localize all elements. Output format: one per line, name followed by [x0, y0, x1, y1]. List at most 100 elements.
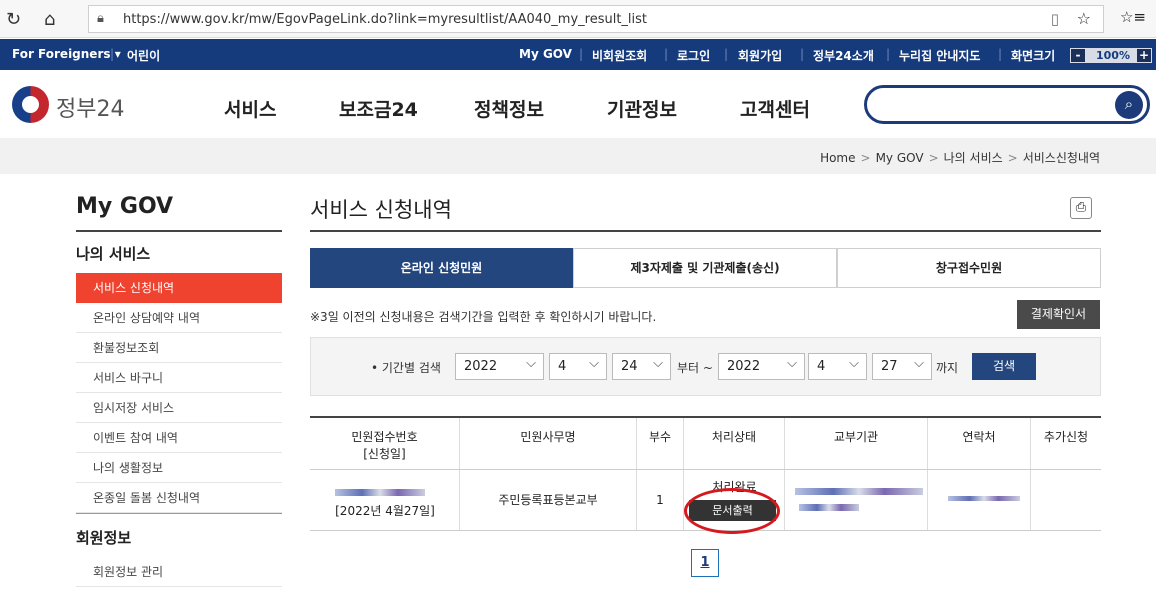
table-row: [2022년 4월27일] 주민등록표등본교부 1 처리완료 문서출력 — [310, 470, 1101, 534]
highlight-circle — [684, 488, 780, 534]
tab-bar: 온라인 신청민원 제3자제출 및 기관제출(송신) 창구접수민원 — [310, 248, 1101, 288]
search-button[interactable]: 검색 — [972, 353, 1036, 380]
for-foreigners-menu[interactable]: For Foreigners ▾ — [12, 47, 121, 61]
redacted-contact — [948, 496, 1020, 501]
status-cell: 처리완료 문서출력 — [684, 470, 785, 534]
history-table: 민원접수번호 [신청일] 민원사무명 부수 처리상태 교부기관 연락처 추가신청… — [310, 416, 1101, 534]
divider: | — [998, 47, 1003, 61]
sidebar-item-service-history[interactable]: 서비스 신청내역 — [76, 273, 282, 303]
table-header-row: 민원접수번호 [신청일] 민원사무명 부수 처리상태 교부기관 연락처 추가신청 — [310, 418, 1101, 470]
sidebar-title: My GOV — [76, 194, 174, 219]
lock-icon: 🔒︎ — [97, 11, 104, 26]
tab-counter[interactable]: 창구접수민원 — [837, 248, 1101, 288]
sidebar-menu-member: 회원정보 관리 — [76, 557, 282, 587]
tab-third-party[interactable]: 제3자제출 및 기관제출(송신) — [573, 248, 837, 288]
period-label: • 기간별 검색 — [371, 361, 441, 375]
divider: | — [579, 47, 584, 61]
col-additional: 추가신청 — [1043, 430, 1089, 444]
until-text: 까지 — [936, 361, 959, 375]
range-text: 부터 ~ — [677, 361, 713, 375]
site-header: 정부24 서비스 보조금24 정책정보 기관정보 고객센터 ⌕ — [0, 70, 1156, 138]
divider: | — [724, 47, 729, 61]
guest-lookup-link[interactable]: 비회원조회 — [592, 47, 647, 64]
to-day-select[interactable]: 27 — [872, 351, 932, 380]
sidebar-section-my-service[interactable]: 나의 서비스 — [76, 243, 150, 264]
breadcrumb: Home > My GOV > 나의 서비스 > 서비스신청내역 — [820, 149, 1100, 166]
col-status: 처리상태 — [684, 418, 785, 469]
from-year-select[interactable]: 2022 — [455, 351, 544, 380]
divider: | — [886, 47, 891, 61]
from-month-select[interactable]: 4 — [549, 351, 607, 380]
sitemap-link[interactable]: 누리집 안내지도 — [899, 47, 980, 64]
sidebar-item-childcare[interactable]: 온종일 돌봄 신청내역 — [76, 483, 282, 513]
sidebar-item-basket[interactable]: 서비스 바구니 — [76, 363, 282, 393]
favorites-list-icon[interactable]: ☆≡ — [1120, 8, 1146, 26]
sidebar-item-member-manage[interactable]: 회원정보 관리 — [76, 557, 282, 587]
gnb-policy[interactable]: 정책정보 — [474, 95, 544, 122]
sidebar-item-temp-saved[interactable]: 임시저장 서비스 — [76, 393, 282, 423]
pagination-page-1[interactable]: 1 — [691, 549, 719, 577]
reading-view-icon[interactable]: ▯ — [1051, 10, 1059, 28]
request-date: [2022년 4월27일] — [335, 504, 435, 518]
sidebar-item-consult-booking[interactable]: 온라인 상담예약 내역 — [76, 303, 282, 333]
search-icon[interactable]: ⌕ — [1115, 91, 1143, 119]
divider — [76, 230, 282, 232]
payment-confirmation-button[interactable]: 결제확인서 — [1017, 300, 1100, 329]
login-link[interactable]: 로그인 — [677, 47, 710, 64]
gov-logo-icon[interactable] — [12, 86, 49, 123]
period-filter: • 기간별 검색 2022 4 24 부터 ~ 2022 4 27 까지 검색 — [310, 337, 1101, 396]
zoom-out-button[interactable]: - — [1071, 49, 1085, 62]
col-contact: 연락처 — [928, 418, 1031, 469]
sidebar-item-refund[interactable]: 환불정보조회 — [76, 333, 282, 363]
search-notice: ※3일 이전의 신청내용은 검색기간을 입력한 후 확인하시기 바랍니다. — [310, 310, 657, 324]
breadcrumb-band: Home > My GOV > 나의 서비스 > 서비스신청내역 — [0, 138, 1156, 174]
chevron-right-icon: > — [1007, 151, 1018, 165]
divider — [76, 513, 282, 514]
col-copies: 부수 — [637, 418, 684, 469]
home-icon[interactable]: ⌂ — [44, 9, 55, 30]
screen-size-label: 화면크기 — [1011, 49, 1056, 63]
utility-bar: For Foreigners ▾ | 어린이 My GOV | 비회원조회 | … — [0, 39, 1156, 70]
zoom-control: - 100% + — [1070, 48, 1152, 63]
breadcrumb-my-gov[interactable]: My GOV — [876, 151, 924, 165]
about-link[interactable]: 정부24소개 — [813, 47, 874, 64]
url-text[interactable]: https://www.gov.kr/mw/EgovPageLink.do?li… — [123, 12, 647, 27]
redacted-agency — [799, 504, 859, 511]
divider: | — [110, 47, 115, 61]
signup-link[interactable]: 회원가입 — [738, 47, 782, 64]
print-icon[interactable]: ⎙ — [1070, 197, 1092, 219]
tab-online[interactable]: 온라인 신청민원 — [310, 248, 573, 288]
gnb-customer-center[interactable]: 고객센터 — [740, 95, 810, 122]
receipt-cell: [2022년 4월27일] — [310, 470, 460, 530]
address-bar[interactable]: 🔒︎ https://www.gov.kr/mw/EgovPageLink.do… — [88, 5, 1104, 33]
copies-cell: 1 — [637, 470, 684, 530]
favorite-star-icon[interactable]: ☆ — [1077, 9, 1091, 28]
col-issuing-agency: 교부기관 — [785, 418, 928, 469]
my-gov-link[interactable]: My GOV — [519, 47, 572, 61]
to-year-select[interactable]: 2022 — [718, 351, 805, 380]
chevron-right-icon: > — [928, 151, 939, 165]
browser-toolbar: ↻ ⌂ 🔒︎ https://www.gov.kr/mw/EgovPageLin… — [0, 0, 1156, 38]
kids-link[interactable]: 어린이 — [127, 47, 160, 64]
gnb-agency[interactable]: 기관정보 — [607, 95, 677, 122]
gnb-subsidy[interactable]: 보조금24 — [339, 95, 418, 122]
sidebar-item-event[interactable]: 이벤트 참여 내역 — [76, 423, 282, 453]
redacted-agency — [795, 488, 923, 495]
to-month-select[interactable]: 4 — [808, 351, 867, 380]
zoom-in-button[interactable]: + — [1137, 49, 1151, 62]
sidebar-menu-my-service: 서비스 신청내역 온라인 상담예약 내역 환불정보조회 서비스 바구니 임시저장… — [76, 273, 282, 513]
from-day-select[interactable]: 24 — [612, 351, 671, 380]
service-name-cell: 주민등록표등본교부 — [460, 470, 637, 530]
page-title: 서비스 신청내역 — [310, 198, 452, 222]
breadcrumb-my-service[interactable]: 나의 서비스 — [944, 151, 1003, 165]
gnb-service[interactable]: 서비스 — [224, 95, 276, 122]
breadcrumb-home[interactable]: Home — [820, 151, 855, 165]
search-input[interactable] — [883, 94, 1103, 116]
divider: | — [800, 47, 805, 61]
refresh-icon[interactable]: ↻ — [6, 9, 21, 30]
sidebar-section-member[interactable]: 회원정보 — [76, 527, 131, 548]
divider: | — [664, 47, 669, 61]
divider — [310, 230, 1101, 232]
logo-text[interactable]: 정부24 — [56, 91, 124, 123]
sidebar-item-life-info[interactable]: 나의 생활정보 — [76, 453, 282, 483]
